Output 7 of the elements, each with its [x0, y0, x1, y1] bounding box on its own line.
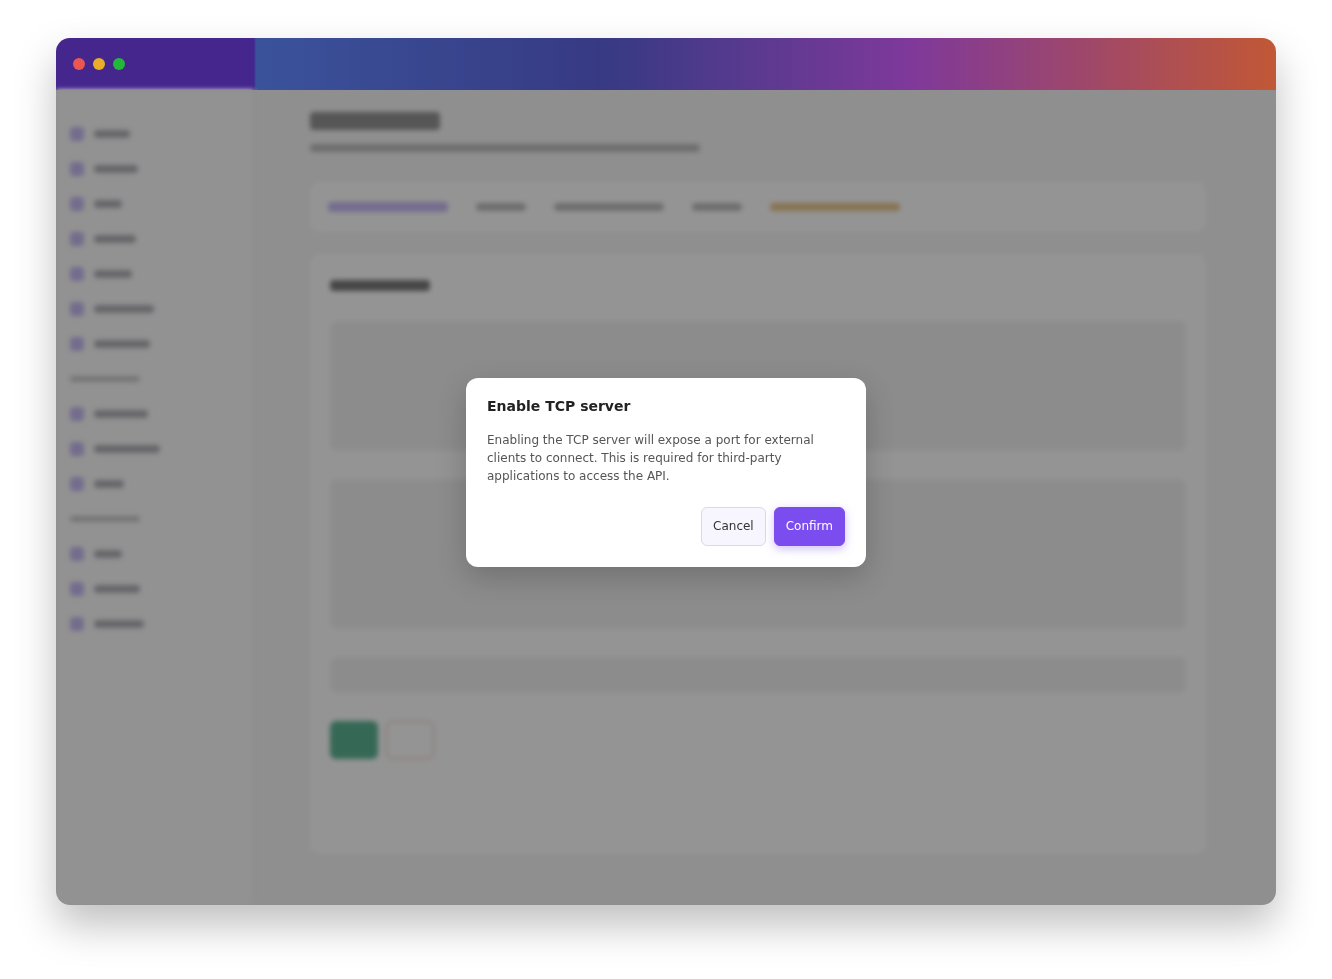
dialog-message: Enabling the TCP server will expose a port for external clients to connect. This is required for third-party applications to access the API.: [487, 431, 815, 485]
close-window-icon[interactable]: [73, 58, 85, 70]
minimize-window-icon[interactable]: [93, 58, 105, 70]
confirm-button[interactable]: Confirm: [773, 506, 845, 546]
cancel-button[interactable]: Cancel: [701, 506, 766, 546]
maximize-window-icon[interactable]: [113, 58, 125, 70]
dialog-title: Enable TCP server: [487, 398, 632, 415]
